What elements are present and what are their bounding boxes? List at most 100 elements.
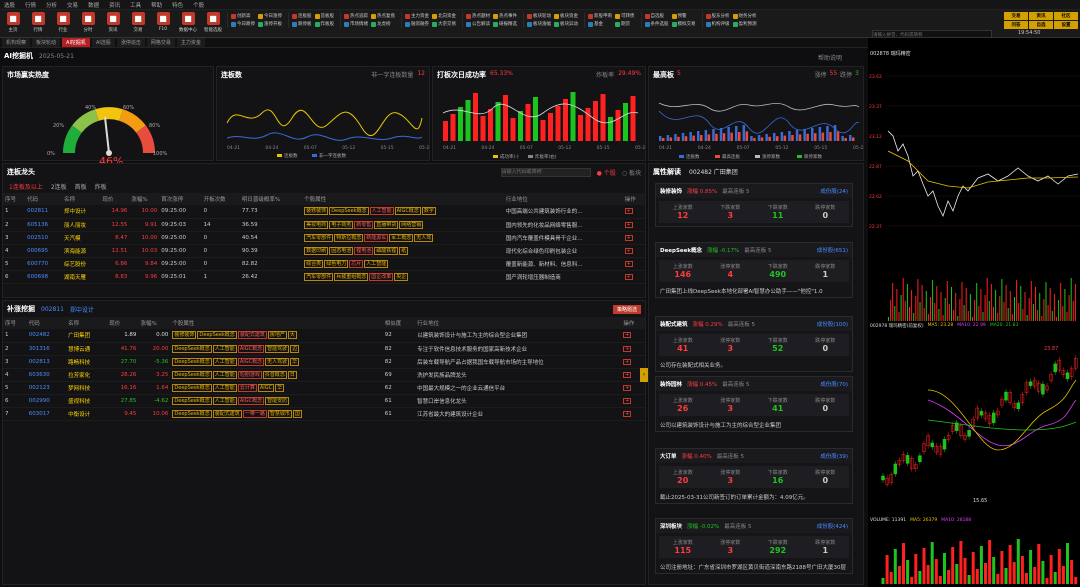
- sector-components-link[interactable]: 成份股(424): [817, 522, 848, 530]
- attribute-tag[interactable]: 电子商务: [329, 220, 354, 229]
- column-header[interactable]: 涨幅%: [138, 317, 171, 329]
- attribute-tag[interactable]: 锂电池: [354, 246, 374, 255]
- toolbar-button[interactable]: ■ 交易: [127, 12, 149, 33]
- tab-item[interactable]: 涨停追击: [116, 38, 145, 47]
- attribute-tag[interactable]: 军工概念: [389, 233, 414, 242]
- column-header[interactable]: 相似度: [382, 317, 416, 329]
- column-header[interactable]: 行业地位: [503, 193, 623, 205]
- attribute-tag[interactable]: 绿色电力: [324, 259, 349, 268]
- column-header[interactable]: 开板次数: [201, 193, 240, 205]
- column-header[interactable]: 序号: [3, 317, 27, 329]
- attribute-tag[interactable]: 直播带货: [374, 220, 399, 229]
- radio-sector[interactable]: ○ 板块: [622, 168, 641, 177]
- add-icon[interactable]: +: [623, 384, 632, 391]
- add-icon[interactable]: +: [623, 332, 632, 339]
- filter-tab[interactable]: 炸板: [95, 182, 107, 191]
- attribute-tag[interactable]: 人工智能: [364, 259, 389, 268]
- tab-item[interactable]: AI选股: [91, 38, 115, 47]
- attribute-tag[interactable]: 智能安防: [265, 396, 290, 405]
- toolbar-link[interactable]: 新股申购: [588, 12, 612, 20]
- toolbar-link[interactable]: 涨停开板: [258, 20, 282, 28]
- attribute-tag[interactable]: 云计算: [237, 383, 257, 392]
- help-link[interactable]: 帮助说明: [818, 53, 842, 62]
- toolbar-button[interactable]: ■ 行业: [52, 12, 74, 33]
- add-icon[interactable]: +: [623, 358, 632, 365]
- toolbar-link[interactable]: 股东分析: [705, 12, 730, 20]
- attribute-tag[interactable]: 大: [287, 331, 297, 340]
- toolbar-link[interactable]: 板块涨幅: [527, 20, 551, 28]
- toolbar-link[interactable]: 条件选股: [644, 20, 669, 28]
- column-header[interactable]: 代码: [26, 317, 67, 329]
- attribute-tag[interactable]: AIGC概念: [237, 344, 265, 353]
- attribute-tag[interactable]: 人工智能: [212, 383, 237, 392]
- right-search-input[interactable]: [872, 30, 992, 38]
- attribute-tag[interactable]: 网络营销: [399, 220, 424, 229]
- attribute-tag[interactable]: 房地产: [267, 331, 287, 340]
- menu-item[interactable]: 选股: [4, 1, 15, 9]
- add-icon[interactable]: +: [623, 410, 632, 417]
- menu-item[interactable]: 交易: [67, 1, 78, 9]
- attribute-tag[interactable]: 装配式建筑: [212, 409, 242, 418]
- column-header[interactable]: 明日晋级概率%: [239, 193, 303, 205]
- attribute-tag[interactable]: 华: [290, 357, 300, 366]
- toolbar-link[interactable]: 融资融券: [405, 20, 429, 28]
- attribute-tag[interactable]: 固态电池: [329, 246, 354, 255]
- toolbar-button[interactable]: ■ F10: [152, 12, 174, 32]
- attribute-tag[interactable]: 智能驾驶: [265, 344, 290, 353]
- toolbar-link[interactable]: 跌停板: [292, 20, 312, 28]
- attribute-tag[interactable]: 日: [287, 370, 297, 379]
- table-row[interactable]: 5 002123 梦网科技 16.16 1.64 DeepSeek概念 人工智能 云计算 AIG…: [3, 381, 645, 395]
- attribute-tag[interactable]: DeepSeek概念: [197, 331, 237, 340]
- toolbar-link[interactable]: 模拟交易: [671, 20, 696, 28]
- column-header[interactable]: 序号: [3, 193, 26, 205]
- table-row[interactable]: 6 600698 湖南天雁 8.83 9.96 09:25:01 1 26.42 汽车零部件 兵装…: [3, 270, 645, 284]
- attribute-tag[interactable]: DeepSeek概念: [172, 396, 212, 405]
- brand-button[interactable]: 自选: [1029, 21, 1053, 29]
- toolbar-link[interactable]: 盈利预测: [732, 20, 757, 28]
- toolbar-link[interactable]: 首板股: [314, 12, 334, 20]
- attribute-tag[interactable]: AIGC概念: [394, 207, 421, 216]
- add-icon[interactable]: +: [624, 234, 633, 241]
- table-row[interactable]: 2 301316 慧博云通 41.76 20.00 DeepSeek概念 人工智能 AIGC概…: [3, 342, 645, 356]
- toolbar-button[interactable]: ■ 行情: [27, 12, 49, 33]
- tab-item[interactable]: 网格交易: [146, 38, 175, 47]
- column-header[interactable]: 行业地位: [415, 317, 622, 329]
- add-icon[interactable]: +: [624, 208, 633, 215]
- add-icon[interactable]: +: [623, 371, 632, 378]
- attribute-tag[interactable]: 人工智能: [212, 344, 237, 353]
- column-header[interactable]: 现价: [100, 193, 130, 205]
- attribute-tag[interactable]: 人工智能: [369, 207, 394, 216]
- toolbar-button[interactable]: ■ 分时: [77, 12, 99, 33]
- toolbar-link[interactable]: 热点题材: [466, 12, 490, 20]
- stock-search-input[interactable]: [500, 167, 591, 177]
- attribute-tag[interactable]: DeepSeek概念: [172, 344, 212, 353]
- toolbar-link[interactable]: 热点事件: [493, 12, 517, 20]
- toolbar-link[interactable]: 市场情绪: [344, 20, 368, 28]
- tab-item[interactable]: AI挖掘机: [62, 38, 90, 47]
- sector-components-link[interactable]: 成份股(70): [820, 380, 848, 388]
- tab-item[interactable]: 机构观察: [2, 38, 31, 47]
- collapse-arrow-icon[interactable]: ›: [640, 368, 648, 382]
- attribute-tag[interactable]: 边: [290, 344, 300, 353]
- attribute-tag[interactable]: 芯片: [349, 259, 364, 268]
- attribute-tag[interactable]: 数字: [421, 207, 436, 216]
- attribute-tag[interactable]: 新零售: [354, 220, 374, 229]
- sector-components-link[interactable]: 成份股(24): [820, 187, 848, 195]
- attribute-tag[interactable]: AIGC: [257, 383, 275, 392]
- attribute-tag[interactable]: DeepSeek概念: [172, 383, 212, 392]
- menu-item[interactable]: 个股: [193, 1, 204, 9]
- table-row[interactable]: 6 002990 盛视科技 27.85 -4.62 DeepSeek概念 人工智能 AIGC概…: [3, 394, 645, 408]
- attribute-tag[interactable]: 装修装饰: [304, 207, 329, 216]
- column-header[interactable]: 操作: [621, 317, 645, 329]
- attribute-tag[interactable]: 新能源车: [364, 233, 389, 242]
- column-header[interactable]: 名称: [61, 193, 101, 205]
- brand-button[interactable]: 交易: [1004, 12, 1028, 20]
- attribute-tag[interactable]: 汽车零部件: [304, 272, 334, 281]
- column-header[interactable]: 个股属性: [170, 317, 383, 329]
- column-header[interactable]: 名称: [66, 317, 108, 329]
- attribute-tag[interactable]: 数据印刷: [304, 246, 329, 255]
- attribute-tag[interactable]: 国企改革: [369, 272, 394, 281]
- toolbar-link[interactable]: 今日涨停: [258, 12, 282, 20]
- attribute-tag[interactable]: 综合类: [304, 259, 324, 268]
- radio-stock[interactable]: ● 个股: [597, 168, 616, 177]
